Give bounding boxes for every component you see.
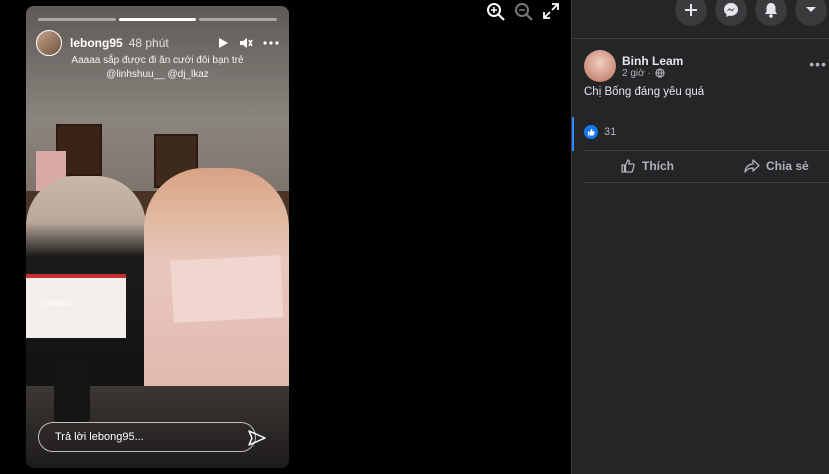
post-meta: 2 giờ ·	[622, 68, 683, 79]
messenger-button[interactable]	[715, 0, 747, 26]
story-photo-detail	[54, 362, 90, 422]
plus-icon	[685, 4, 697, 16]
author-name[interactable]: Binh Leam	[622, 54, 683, 68]
author-avatar[interactable]	[584, 50, 616, 82]
progress-segment	[199, 18, 278, 21]
play-icon[interactable]	[217, 37, 229, 49]
like-reaction-icon	[584, 125, 598, 139]
reaction-summary[interactable]: 31	[584, 125, 616, 139]
focus-indicator	[572, 117, 574, 151]
create-button[interactable]	[675, 0, 707, 26]
story-photo-detail	[170, 255, 284, 323]
chevron-down-icon	[806, 7, 816, 12]
divider	[572, 38, 829, 39]
reaction-count: 31	[604, 126, 617, 138]
like-label: Thích	[642, 159, 674, 173]
progress-segment-active	[118, 18, 197, 21]
post-more-button[interactable]: •••	[809, 56, 827, 72]
caption-line: Aaaaa sắp được đi ăn cưới đôi bạn trẻ	[71, 55, 244, 66]
share-label: Chia sẻ	[766, 159, 809, 173]
more-options-icon[interactable]	[263, 40, 279, 46]
caption-mentions[interactable]: @linhshuu__ @dj_lkaz	[26, 68, 289, 82]
bell-icon	[765, 3, 777, 18]
story-controls	[217, 36, 279, 50]
fullscreen-icon[interactable]	[542, 2, 560, 20]
story-time: 48 phút	[128, 36, 169, 50]
like-button[interactable]: Thích	[620, 158, 674, 174]
reply-placeholder: Trả lời lebong95...	[55, 431, 144, 443]
share-button[interactable]: Chia sẻ	[744, 158, 809, 174]
zoom-out-icon[interactable]	[514, 2, 534, 22]
top-navigation	[675, 0, 829, 30]
divider	[584, 182, 829, 183]
divider	[584, 150, 829, 151]
notifications-button[interactable]	[755, 0, 787, 26]
story-header: lebong95 48 phút	[36, 30, 279, 56]
account-menu-button[interactable]	[795, 0, 827, 26]
story-progress-bar	[38, 18, 278, 21]
post-text: Chị Bống đáng yêu quá	[584, 86, 705, 98]
post-time[interactable]: 2 giờ ·	[622, 68, 651, 79]
story-username[interactable]: lebong95	[70, 36, 123, 50]
post-header: Binh Leam 2 giờ ·	[584, 50, 683, 82]
messenger-icon	[724, 3, 738, 17]
author-info: Binh Leam 2 giờ ·	[616, 54, 683, 79]
story-caption: Aaaaa sắp được đi ăn cưới đôi bạn trẻ @l…	[26, 54, 289, 82]
mute-icon[interactable]	[239, 36, 253, 50]
story-viewer: lebong95 48 phút Aaaaa sắp được đi ăn cư…	[0, 0, 571, 474]
globe-icon	[655, 68, 665, 78]
zoom-in-icon[interactable]	[486, 2, 506, 22]
story-avatar[interactable]	[36, 30, 62, 56]
thumbs-up-icon	[621, 159, 635, 173]
send-icon[interactable]	[247, 428, 267, 448]
share-icon	[744, 159, 760, 173]
story-card[interactable]: lebong95 48 phút Aaaaa sắp được đi ăn cư…	[26, 6, 289, 468]
zoom-toolbar	[486, 2, 560, 22]
story-tag[interactable]: @anbon_	[38, 298, 77, 308]
story-reply-input[interactable]: Trả lời lebong95...	[38, 422, 256, 452]
progress-segment	[38, 18, 116, 21]
post-side-panel: Binh Leam 2 giờ · ••• Chị Bống đáng yêu …	[571, 0, 829, 474]
